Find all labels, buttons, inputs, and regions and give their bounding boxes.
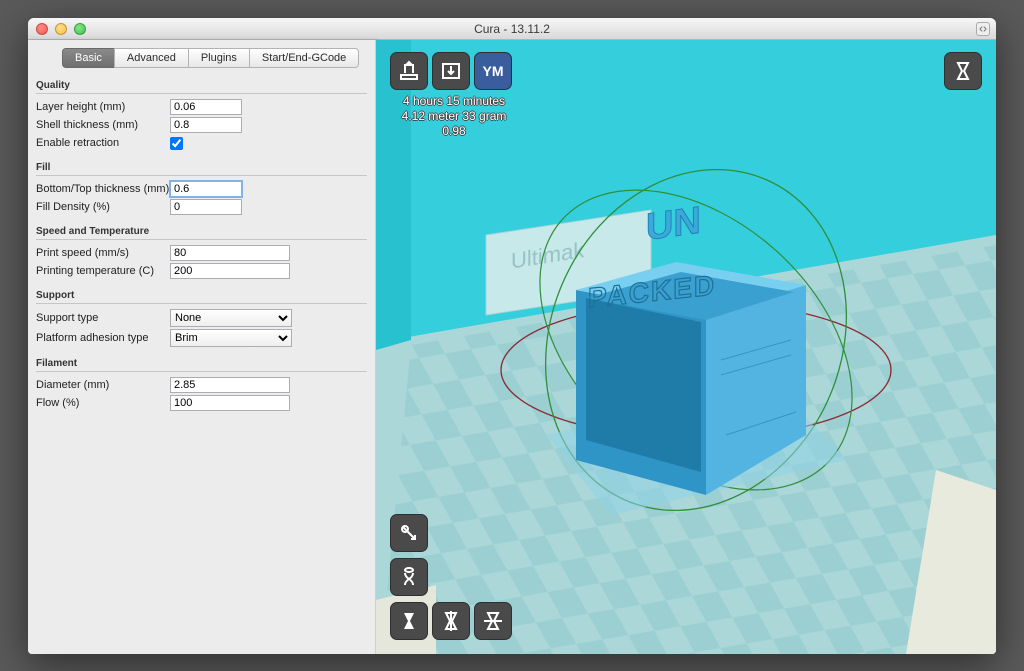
- titlebar: Cura - 13.11.2: [28, 18, 996, 40]
- input-diameter[interactable]: [170, 377, 290, 393]
- input-flow[interactable]: [170, 395, 290, 411]
- label-platform-adhesion: Platform adhesion type: [36, 332, 170, 344]
- input-fill-density[interactable]: [170, 199, 242, 215]
- toolbar-top: YM: [390, 52, 512, 90]
- svg-text:UN: UN: [646, 199, 701, 250]
- checkbox-enable-retraction[interactable]: [170, 137, 183, 150]
- toolbar-right: [944, 52, 982, 90]
- label-shell-thickness: Shell thickness (mm): [36, 119, 170, 131]
- label-bottom-top-thickness: Bottom/Top thickness (mm): [36, 183, 170, 195]
- select-support-type[interactable]: None: [170, 309, 292, 327]
- input-print-speed[interactable]: [170, 245, 290, 261]
- mirror-z-button[interactable]: [474, 602, 512, 640]
- input-print-temp[interactable]: [170, 263, 290, 279]
- scale-button[interactable]: [390, 558, 428, 596]
- load-model-button[interactable]: [390, 52, 428, 90]
- input-shell-thickness[interactable]: [170, 117, 242, 133]
- tab-bar: Basic Advanced Plugins Start/End-GCode: [62, 48, 367, 68]
- toolbar-bottom-left: [390, 514, 512, 640]
- tab-basic[interactable]: Basic: [62, 48, 114, 68]
- tab-plugins[interactable]: Plugins: [188, 48, 249, 68]
- section-fill: Fill: [36, 156, 367, 176]
- view-mode-button[interactable]: [944, 52, 982, 90]
- section-support: Support: [36, 284, 367, 304]
- rotate-button[interactable]: [390, 514, 428, 552]
- input-bottom-top-thickness[interactable]: [170, 181, 242, 197]
- tab-gcode[interactable]: Start/End-GCode: [249, 48, 359, 68]
- stat-cost: 0.98: [390, 124, 518, 139]
- stat-material: 4.12 meter 33 gram: [390, 109, 518, 124]
- section-speed-temp: Speed and Temperature: [36, 220, 367, 240]
- save-toolpath-button[interactable]: [432, 52, 470, 90]
- window-title: Cura - 13.11.2: [28, 22, 996, 36]
- label-flow: Flow (%): [36, 397, 170, 409]
- settings-panel: Basic Advanced Plugins Start/End-GCode Q…: [28, 40, 376, 654]
- mirror-x-button[interactable]: [390, 602, 428, 640]
- label-fill-density: Fill Density (%): [36, 201, 170, 213]
- label-print-speed: Print speed (mm/s): [36, 247, 170, 259]
- select-platform-adhesion[interactable]: Brim: [170, 329, 292, 347]
- mirror-y-button[interactable]: [432, 602, 470, 640]
- fullscreen-button[interactable]: [976, 22, 990, 36]
- label-diameter: Diameter (mm): [36, 379, 170, 391]
- print-stats: 4 hours 15 minutes 4.12 meter 33 gram 0.…: [390, 94, 518, 139]
- section-filament: Filament: [36, 352, 367, 372]
- 3d-viewport[interactable]: Ultimak: [376, 40, 996, 654]
- section-quality: Quality: [36, 74, 367, 94]
- tab-advanced[interactable]: Advanced: [114, 48, 188, 68]
- stat-time: 4 hours 15 minutes: [390, 94, 518, 109]
- label-support-type: Support type: [36, 312, 170, 324]
- youmagine-button[interactable]: YM: [474, 52, 512, 90]
- ym-label: YM: [483, 63, 504, 79]
- input-layer-height[interactable]: [170, 99, 242, 115]
- label-layer-height: Layer height (mm): [36, 101, 170, 113]
- app-window: Cura - 13.11.2 Basic Advanced Plugins St…: [28, 18, 996, 654]
- label-enable-retraction: Enable retraction: [36, 137, 170, 149]
- label-print-temp: Printing temperature (C): [36, 265, 170, 277]
